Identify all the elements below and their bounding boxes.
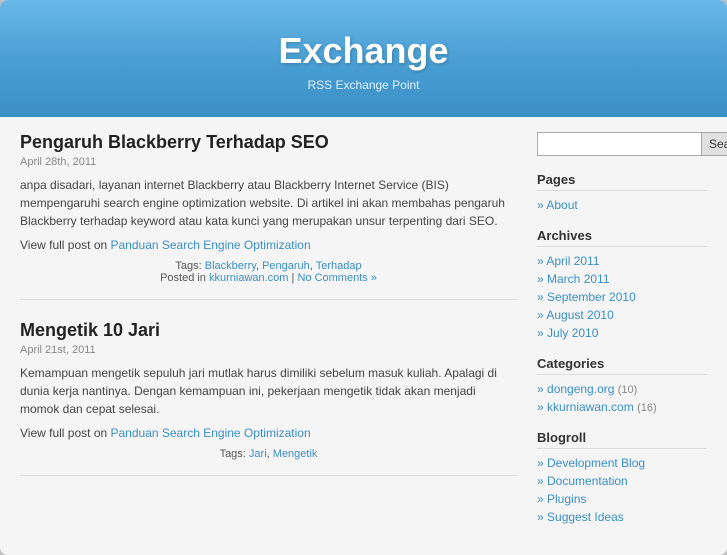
list-item: Development Blog (537, 454, 707, 472)
sidebar: Search Pages About Archives April 2011 M… (537, 132, 707, 540)
list-item: July 2010 (537, 324, 707, 342)
list-item: Suggest Ideas (537, 508, 707, 526)
post-body: Kemampuan mengetik sepuluh jari mutlak h… (20, 364, 517, 418)
view-full-link: View full post on Panduan Search Engine … (20, 426, 517, 440)
tag-link[interactable]: Terhadap (316, 260, 362, 272)
archive-link[interactable]: March 2011 (547, 272, 609, 286)
tag-link[interactable]: Jari (249, 448, 267, 460)
list-item: dongeng.org (10) (537, 380, 707, 398)
post-body: anpa disadari, layanan internet Blackber… (20, 176, 517, 230)
list-item: kkurniawan.com (16) (537, 398, 707, 416)
site-subtitle: RSS Exchange Point (20, 78, 707, 92)
list-item: August 2010 (537, 306, 707, 324)
category-count: (16) (637, 402, 657, 414)
blogroll-link[interactable]: Plugins (547, 492, 586, 506)
category-link[interactable]: dongeng.org (547, 382, 614, 396)
tag-link[interactable]: Blackberry (205, 260, 256, 272)
archive-link[interactable]: August 2010 (546, 308, 613, 322)
list-item: Plugins (537, 490, 707, 508)
category-count: (10) (618, 384, 638, 396)
tag-link[interactable]: Mengetik (273, 448, 318, 460)
full-post-link[interactable]: Panduan Search Engine Optimization (111, 238, 311, 252)
sidebar-blogroll-section: Blogroll Development Blog Documentation … (537, 430, 707, 526)
sidebar-categories-title: Categories (537, 356, 707, 375)
post-item: Mengetik 10 Jari April 21st, 2011 Kemamp… (20, 320, 517, 476)
post-title: Pengaruh Blackberry Terhadap SEO (20, 132, 517, 153)
post-meta: Tags: Jari, Mengetik (20, 448, 517, 460)
search-input[interactable] (537, 132, 702, 156)
list-item: September 2010 (537, 288, 707, 306)
blogroll-list: Development Blog Documentation Plugins S… (537, 454, 707, 526)
list-item: March 2011 (537, 270, 707, 288)
sidebar-categories-section: Categories dongeng.org (10) kkurniawan.c… (537, 356, 707, 416)
category-link[interactable]: kkurniawan.com (547, 400, 634, 414)
list-item: Documentation (537, 472, 707, 490)
post-date: April 28th, 2011 (20, 156, 517, 168)
blogroll-link[interactable]: Documentation (547, 474, 628, 488)
pages-list: About (537, 196, 707, 214)
pages-link[interactable]: About (546, 198, 577, 212)
sidebar-archives-title: Archives (537, 228, 707, 247)
archive-link[interactable]: September 2010 (547, 290, 636, 304)
category-link[interactable]: kkurniawan.com (209, 272, 288, 284)
sidebar-pages-section: Pages About (537, 172, 707, 214)
view-full-link: View full post on Panduan Search Engine … (20, 238, 517, 252)
search-box: Search (537, 132, 707, 156)
tag-link[interactable]: Pengaruh (262, 260, 310, 272)
sidebar-pages-title: Pages (537, 172, 707, 191)
archive-link[interactable]: April 2011 (546, 254, 599, 268)
post-date: April 21st, 2011 (20, 344, 517, 356)
site-header: Exchange RSS Exchange Point (0, 0, 727, 117)
post-title: Mengetik 10 Jari (20, 320, 517, 341)
site-title: Exchange (20, 30, 707, 72)
comments-link[interactable]: No Comments » (297, 272, 376, 284)
categories-list: dongeng.org (10) kkurniawan.com (16) (537, 380, 707, 416)
archive-link[interactable]: July 2010 (547, 326, 598, 340)
list-item: April 2011 (537, 252, 707, 270)
sidebar-blogroll-title: Blogroll (537, 430, 707, 449)
blogroll-link[interactable]: Development Blog (547, 456, 645, 470)
blogroll-link[interactable]: Suggest Ideas (547, 510, 624, 524)
full-post-link[interactable]: Panduan Search Engine Optimization (111, 426, 311, 440)
post-meta: Tags: Blackberry, Pengaruh, Terhadap Pos… (20, 260, 517, 284)
archives-list: April 2011 March 2011 September 2010 Aug… (537, 252, 707, 342)
search-button[interactable]: Search (702, 132, 727, 156)
content-area: Pengaruh Blackberry Terhadap SEO April 2… (20, 132, 517, 540)
list-item: About (537, 196, 707, 214)
sidebar-archives-section: Archives April 2011 March 2011 September… (537, 228, 707, 342)
main-layout: Pengaruh Blackberry Terhadap SEO April 2… (0, 117, 727, 555)
post-item: Pengaruh Blackberry Terhadap SEO April 2… (20, 132, 517, 300)
